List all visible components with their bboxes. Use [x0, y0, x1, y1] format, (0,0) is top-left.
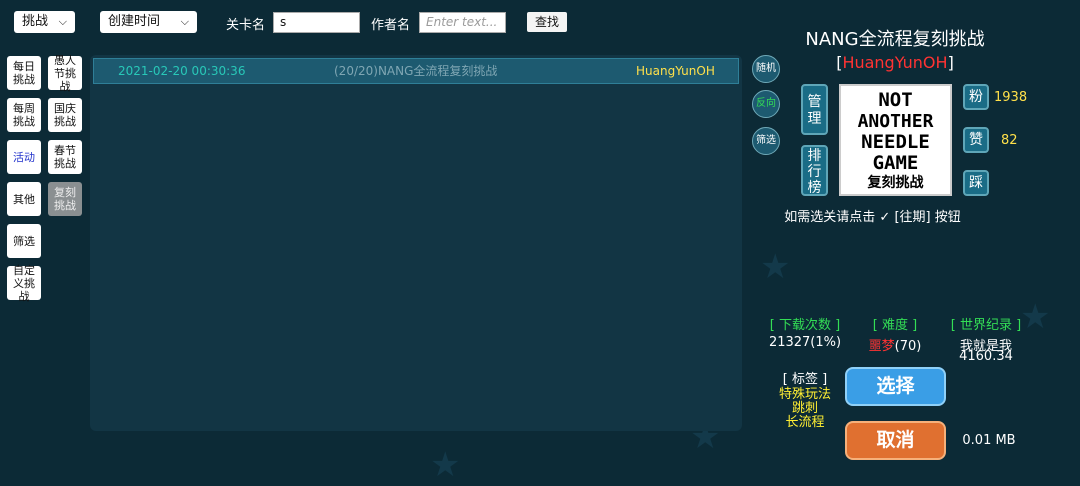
- row-title: (20/20)NANG全流程复刻挑战: [334, 64, 498, 78]
- level-thumbnail: NOT ANOTHER NEEDLE GAME 复刻挑战: [839, 84, 952, 196]
- search-button[interactable]: 查找: [527, 12, 567, 32]
- category-event[interactable]: 活动: [7, 140, 41, 174]
- row-date: 2021-02-20 00:30:36: [118, 64, 246, 78]
- level-list-panel: [90, 55, 742, 431]
- category-other[interactable]: 其他: [7, 182, 41, 216]
- chevron-down-icon: ⌵: [180, 15, 189, 28]
- fans-button[interactable]: 粉: [963, 84, 989, 110]
- category-national-day[interactable]: 国庆挑战: [48, 98, 82, 132]
- like-count: 82: [1001, 133, 1018, 148]
- author-bracket-right: ]: [947, 53, 954, 72]
- difficulty-number: (70): [894, 339, 922, 354]
- level-name-label: 关卡名: [226, 18, 266, 33]
- ranking-button-label: 排行榜: [807, 148, 822, 196]
- chevron-down-icon: ⌵: [58, 15, 67, 28]
- tag-item: 长流程: [785, 415, 825, 430]
- category-spring-festival[interactable]: 春节挑战: [48, 140, 82, 174]
- category-select[interactable]: 挑战 ⌵: [14, 11, 75, 33]
- category-replica[interactable]: 复刻挑战: [48, 182, 82, 216]
- table-row[interactable]: 2021-02-20 00:30:36 (20/20)NANG全流程复刻挑战 H…: [93, 58, 739, 84]
- manage-button-label: 管理: [807, 94, 822, 127]
- sort-select[interactable]: 创建时间 ⌵: [100, 11, 197, 33]
- level-author-line: [HuangYunOH]: [790, 53, 1000, 72]
- thumbnail-caption: 复刻挑战: [867, 175, 924, 191]
- category-select-value: 挑战: [22, 14, 49, 29]
- author-input[interactable]: Enter text...: [419, 12, 506, 33]
- difficulty-label: [ 难度 ]: [872, 318, 918, 333]
- file-size: 0.01 MB: [962, 433, 1016, 448]
- manage-button[interactable]: 管理: [801, 84, 828, 135]
- background-star: ★: [430, 445, 461, 485]
- ranking-button[interactable]: 排行榜: [801, 145, 828, 196]
- difficulty-value: 噩梦(70): [860, 335, 930, 354]
- level-name-input[interactable]: s: [273, 12, 360, 33]
- filter-button[interactable]: 筛选: [752, 127, 780, 155]
- category-custom[interactable]: 自定义挑战: [7, 264, 41, 303]
- select-button[interactable]: 选择: [845, 367, 946, 406]
- reverse-button[interactable]: 反向: [752, 90, 780, 118]
- category-daily[interactable]: 每日挑战: [7, 56, 41, 90]
- sort-select-value: 创建时间: [108, 14, 161, 29]
- level-title: NANG全流程复刻挑战: [805, 29, 985, 50]
- background-star: ★: [760, 247, 791, 287]
- world-record-label: [ 世界纪录 ]: [950, 318, 1022, 333]
- world-record-value: 4160.34: [959, 349, 1013, 364]
- level-author[interactable]: HuangYunOH: [842, 53, 947, 72]
- downloads-label: [ 下载次数 ]: [769, 318, 841, 333]
- category-april-fools[interactable]: 愚人节挑战: [48, 54, 82, 93]
- difficulty-name: 噩梦: [868, 339, 895, 354]
- random-button[interactable]: 随机: [752, 55, 780, 83]
- category-weekly[interactable]: 每周挑战: [7, 98, 41, 132]
- downloads-value: 21327(1%): [768, 335, 842, 350]
- thumbnail-line: NOT: [878, 89, 913, 111]
- dislike-button[interactable]: 踩: [963, 170, 989, 196]
- row-author: HuangYunOH: [636, 64, 715, 78]
- thumbnail-line: NEEDLE: [861, 131, 930, 153]
- category-filter[interactable]: 筛选: [7, 224, 41, 258]
- cancel-button[interactable]: 取消: [845, 421, 946, 460]
- selection-hint: 如需选关请点击 ✓ [往期] 按钮: [784, 210, 961, 225]
- like-button[interactable]: 赞: [963, 127, 989, 153]
- fans-count: 1938: [994, 90, 1028, 105]
- author-label: 作者名: [371, 18, 411, 33]
- thumbnail-line: ANOTHER: [857, 111, 934, 132]
- thumbnail-line: GAME: [872, 152, 919, 174]
